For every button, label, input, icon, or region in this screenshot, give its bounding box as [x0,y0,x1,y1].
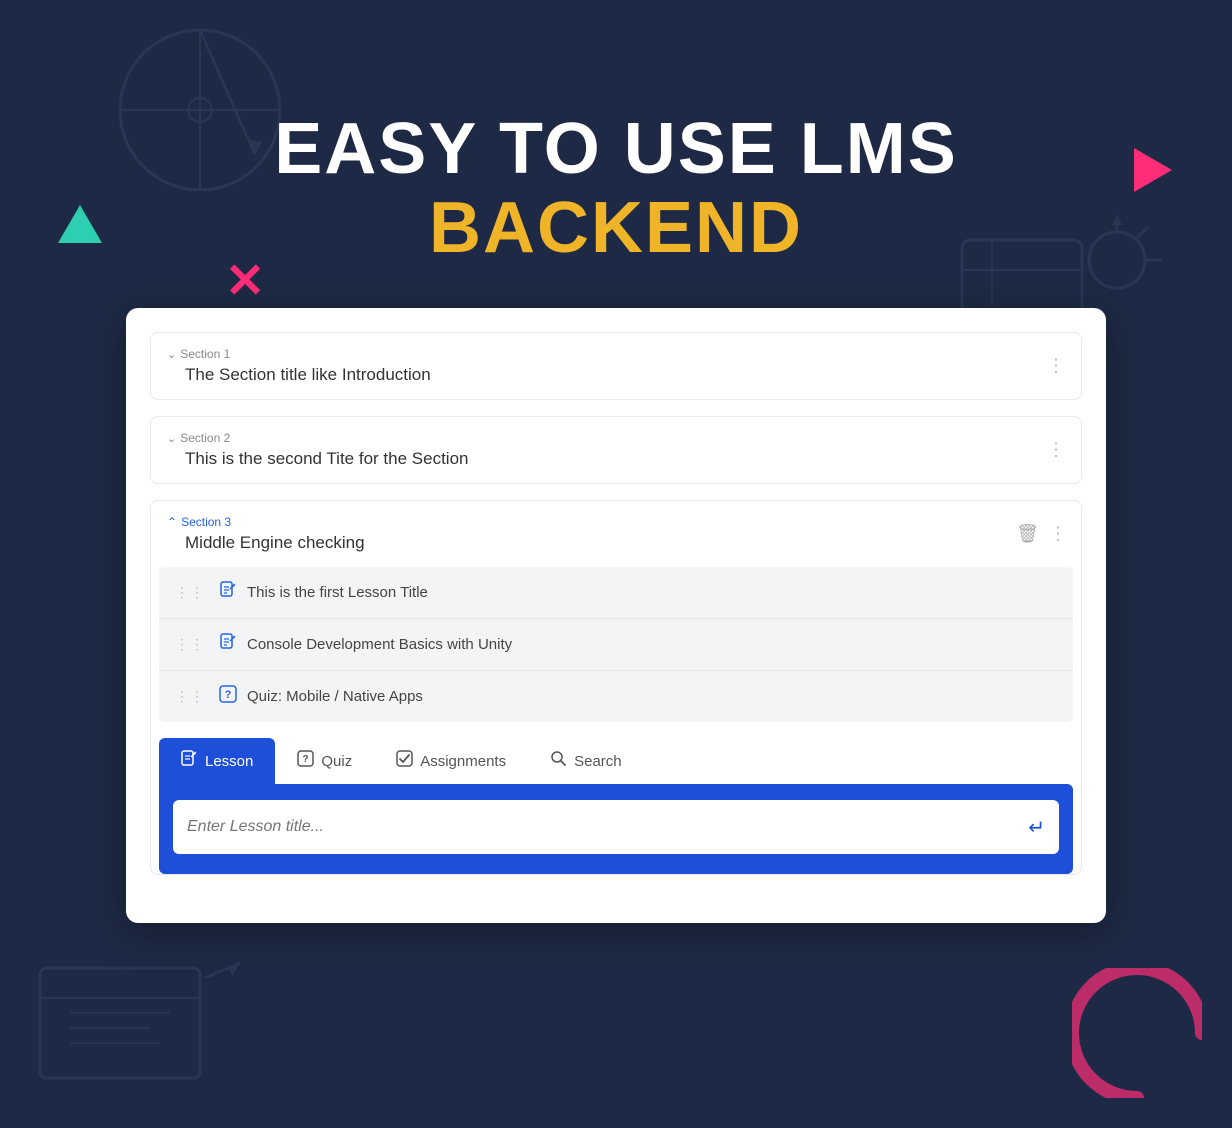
section-3-num: Section 3 [181,515,231,529]
section-2-num: Section 2 [180,431,230,445]
tab-lesson-icon [181,750,198,772]
lesson-items-list: ⋮⋮ This is the first Lesson Title ⋮⋮ [159,567,1073,722]
quiz-icon-1: ? [219,685,237,708]
section-2-dots[interactable]: ⋮ [1047,440,1067,461]
tab-quiz[interactable]: ? Quiz [275,738,374,784]
lesson-item-1-text: This is the first Lesson Title [247,584,428,601]
tab-assignments-label: Assignments [420,753,506,770]
tab-quiz-label: Quiz [321,753,352,770]
tab-lesson[interactable]: Lesson [159,738,275,784]
lesson-item-3-text: Quiz: Mobile / Native Apps [247,688,423,705]
tab-search-label: Search [574,753,622,770]
section-3-title: Middle Engine checking [167,533,365,553]
lesson-input-wrapper: ↵ [173,800,1059,854]
section-3-expanded: ⌃ Section 3 Middle Engine checking 🗑 ⋮ ⋮… [150,500,1082,875]
section-3-chevron-up[interactable]: ⌃ [167,515,177,529]
green-triangle-decor [58,205,102,243]
section-3-label: ⌃ Section 3 [167,515,231,529]
section-2-title: This is the second Tite for the Section [167,449,1065,469]
tab-assignments-icon [396,750,413,772]
lesson-doc-icon-2 [219,633,237,656]
lesson-doc-icon-1 [219,581,237,604]
tab-bar: Lesson ? Quiz Assignments [159,738,1073,784]
lesson-item-2: ⋮⋮ Console Development Basics with Unity [159,619,1073,671]
enter-submit-icon[interactable]: ↵ [1028,815,1045,840]
hero-line1: EASY TO USE LMS [0,110,1232,189]
section-1-row: ⌄ Section 1 The Section title like Intro… [150,332,1082,400]
section-2-label: ⌄ Section 2 [167,431,1065,445]
section-1-num: Section 1 [180,347,230,361]
section-1-dots[interactable]: ⋮ [1047,356,1067,377]
section-1-chevron[interactable]: ⌄ [167,348,176,361]
tab-search[interactable]: Search [528,738,644,784]
svg-text:?: ? [303,754,309,765]
svg-text:?: ? [225,689,232,701]
section-3-header: ⌃ Section 3 Middle Engine checking 🗑 ⋮ [151,501,1081,567]
section-2-row: ⌄ Section 2 This is the second Tite for … [150,416,1082,484]
pink-arrow-decor [1134,148,1172,192]
tab-lesson-label: Lesson [205,753,253,770]
lesson-item-1: ⋮⋮ This is the first Lesson Title [159,567,1073,619]
lesson-item-3: ⋮⋮ ? Quiz: Mobile / Native Apps [159,671,1073,722]
lesson-item-2-text: Console Development Basics with Unity [247,636,512,653]
drag-handle-1[interactable]: ⋮⋮ [175,584,205,601]
section-3-actions: 🗑 ⋮ [1016,524,1067,545]
tab-quiz-icon: ? [297,750,314,772]
hero-line2: BACKEND [0,189,1232,268]
pink-x-decor: ✕ [225,258,265,306]
section-1-title: The Section title like Introduction [167,365,1065,385]
drag-handle-3[interactable]: ⋮⋮ [175,688,205,705]
drag-handle-2[interactable]: ⋮⋮ [175,636,205,653]
section-1-label: ⌄ Section 1 [167,347,1065,361]
lesson-input-area: ↵ [159,784,1073,874]
tab-assignments[interactable]: Assignments [374,738,528,784]
section-3-delete-button[interactable]: 🗑 [1016,524,1039,545]
tab-search-icon [550,750,567,772]
lesson-title-input[interactable] [187,800,1028,854]
hero-section: EASY TO USE LMS BACKEND [0,0,1232,268]
section-2-chevron[interactable]: ⌄ [167,432,176,445]
main-card: ⌄ Section 1 The Section title like Intro… [126,308,1106,923]
section-3-dots[interactable]: ⋮ [1049,524,1067,545]
